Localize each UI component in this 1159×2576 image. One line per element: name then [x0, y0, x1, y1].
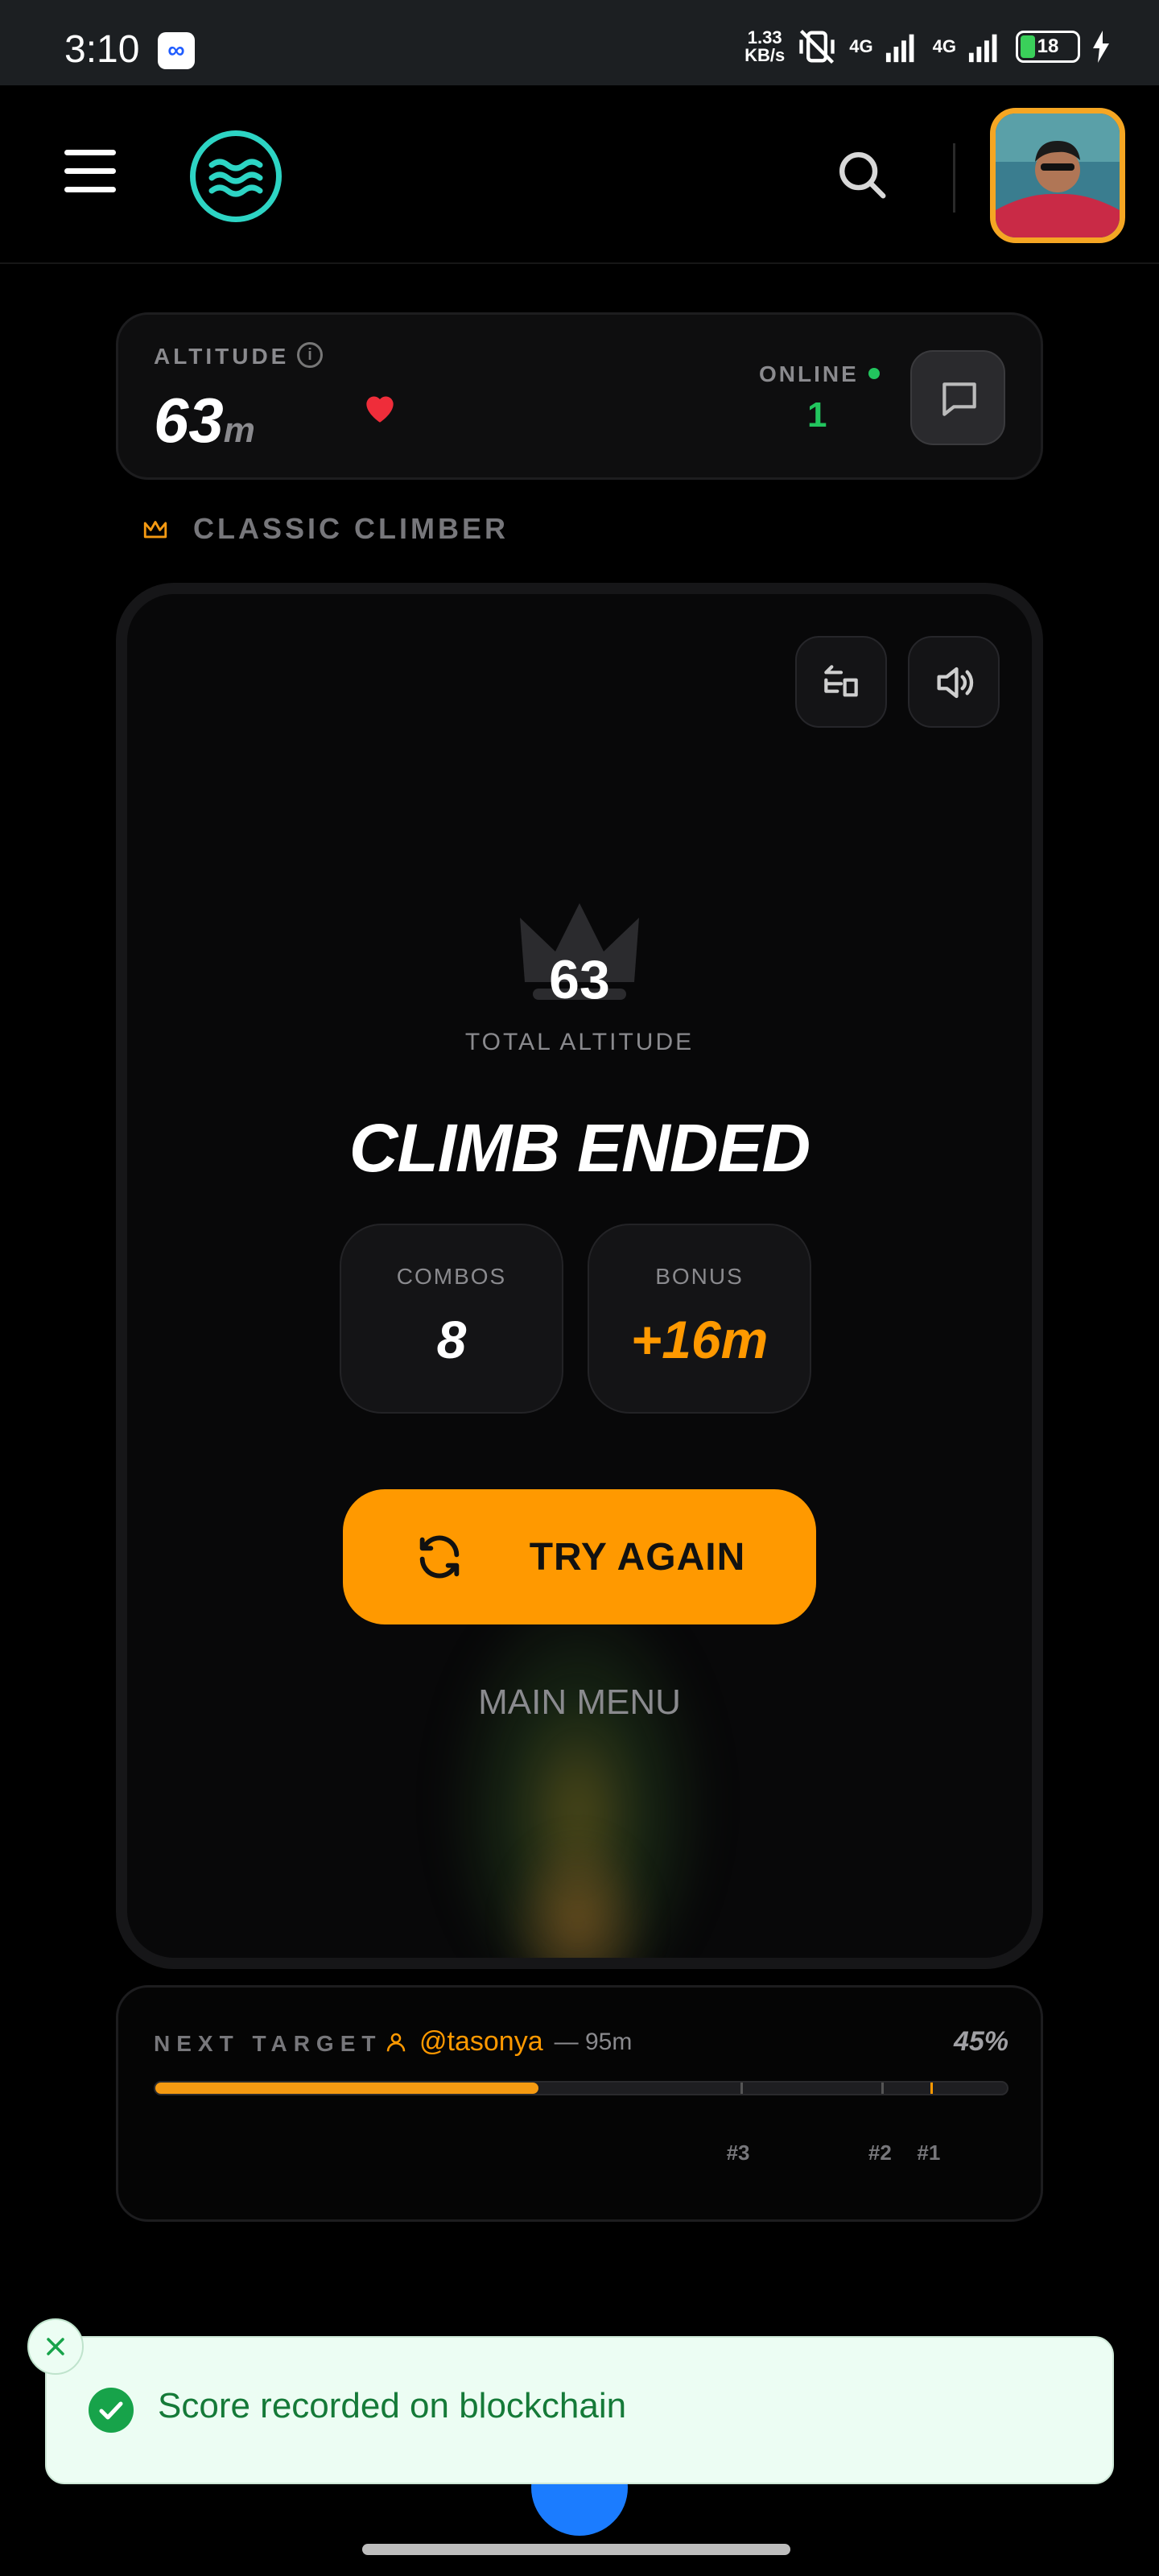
- toast-message: Score recorded on blockchain: [158, 2386, 627, 2425]
- bonus-card: BONUS +16m: [588, 1224, 811, 1414]
- waves-logo-icon[interactable]: [190, 130, 282, 222]
- user-icon: [386, 2033, 406, 2051]
- bonus-value: +16m: [630, 1310, 769, 1369]
- battery-icon: 18: [1016, 31, 1080, 63]
- meta-icon: ∞: [158, 32, 195, 69]
- home-indicator: [362, 2544, 790, 2555]
- profile-avatar[interactable]: [990, 108, 1125, 243]
- close-icon[interactable]: [27, 2318, 84, 2375]
- app-header: [0, 85, 1159, 264]
- bonus-label: BONUS: [655, 1264, 744, 1289]
- game-area: 63 TOTAL ALTITUDE CLIMB ENDED COMBOS 8 B…: [116, 583, 1043, 1969]
- status-indicators: 1.33 KB/s 4G 4G 18: [744, 23, 1111, 71]
- combos-value: 8: [436, 1310, 467, 1369]
- header-divider: [953, 143, 955, 213]
- charging-icon: [1093, 31, 1109, 63]
- heart-icon: [366, 396, 394, 423]
- next-target-card: NEXT TARGET @tasonya — 95m 45% #3 #2 #1: [116, 1985, 1043, 2222]
- rank-tick: [930, 2083, 933, 2094]
- altitude-label: ALTITUDE: [154, 344, 290, 369]
- try-again-label: TRY AGAIN: [529, 1535, 746, 1579]
- toast-notification: Score recorded on blockchain: [45, 2336, 1114, 2484]
- sound-button[interactable]: [908, 636, 1000, 728]
- rank-label: #3: [726, 2140, 750, 2165]
- check-circle-icon: [89, 2388, 134, 2433]
- vibrate-off-icon: [799, 29, 835, 64]
- signal-icon: [885, 34, 914, 63]
- main-menu-link[interactable]: MAIN MENU: [127, 1682, 1032, 1723]
- target-username: @tasonya: [419, 2026, 543, 2057]
- combos-label: COMBOS: [396, 1264, 507, 1289]
- signal-icon-2: [968, 34, 997, 63]
- rank-label: #2: [868, 2140, 892, 2165]
- online-count: 1: [807, 395, 827, 435]
- fullscreen-button[interactable]: [795, 636, 887, 728]
- status-time: 3:10: [64, 28, 140, 71]
- network-type-2: 4G: [932, 36, 956, 56]
- game-mode: CLASSIC CLIMBER: [142, 512, 509, 546]
- total-altitude-value: 63: [549, 949, 610, 1010]
- mode-label: CLASSIC CLIMBER: [193, 512, 509, 545]
- chat-button[interactable]: [910, 350, 1005, 445]
- target-user[interactable]: @tasonya — 95m: [384, 2026, 632, 2058]
- try-again-button[interactable]: TRY AGAIN: [343, 1489, 816, 1624]
- target-progress-fill: [155, 2083, 539, 2094]
- status-bar: 3:10 ∞ 1.33 KB/s 4G 4G 18: [0, 0, 1159, 85]
- refresh-icon: [419, 1535, 459, 1579]
- altitude-card: ALTITUDE i 63m ONLINE 1: [116, 312, 1043, 480]
- search-icon[interactable]: [834, 147, 890, 203]
- rank-label: #1: [917, 2140, 941, 2165]
- chat-icon: [942, 382, 976, 416]
- swap-screen-icon: [824, 665, 858, 697]
- target-percent: 45%: [953, 2026, 1008, 2057]
- online-dot: [868, 368, 880, 379]
- target-progress-track: [154, 2081, 1008, 2095]
- total-altitude-label: TOTAL ALTITUDE: [464, 1029, 695, 1055]
- result-title: CLIMB ENDED: [349, 1110, 810, 1186]
- rank-tick: [740, 2083, 743, 2094]
- info-icon[interactable]: i: [297, 342, 323, 368]
- speaker-icon: [937, 667, 974, 699]
- hamburger-icon[interactable]: [64, 150, 116, 196]
- combos-card: COMBOS 8: [340, 1224, 563, 1414]
- crown-outline-icon: [143, 521, 167, 539]
- altitude-value: 63m: [154, 385, 255, 456]
- next-target-label: NEXT TARGET: [154, 2031, 382, 2056]
- network-speed: 1.33 KB/s: [744, 27, 786, 65]
- target-distance: — 95m: [554, 2028, 633, 2055]
- rank-tick: [881, 2083, 885, 2094]
- network-type-1: 4G: [849, 36, 873, 56]
- online-label: ONLINE: [759, 361, 859, 386]
